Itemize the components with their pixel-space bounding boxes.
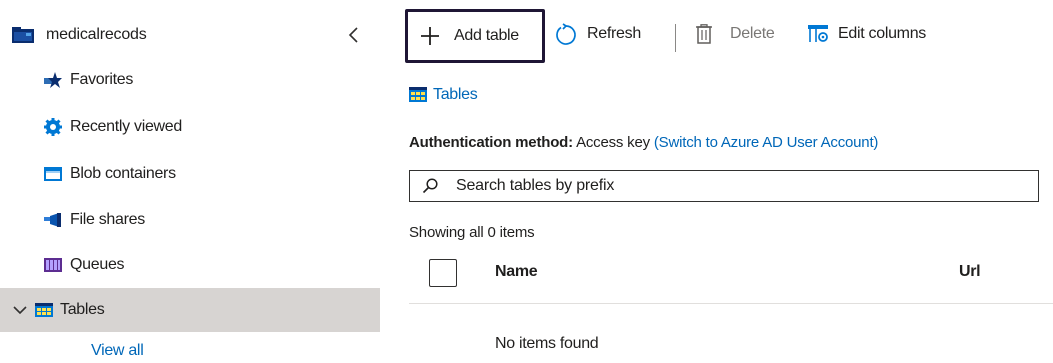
storage-account-icon [12,27,34,43]
delete-label: Delete [730,25,775,42]
delete-button[interactable]: Delete [695,14,787,56]
sidebar-item-label: Blob containers [70,165,176,182]
auth-method-value: Access key [576,134,650,151]
sidebar-header: medicalrecods [0,18,380,54]
sidebar-item-label: Queues [70,256,125,273]
sidebar-item-label: Favorites [70,71,134,88]
search-icon [422,178,438,194]
recently-viewed-gear-icon [44,118,62,136]
trash-icon [696,24,712,44]
sidebar-item-label: File shares [70,211,145,228]
empty-state-message: No items found [495,335,599,352]
blob-container-icon [44,167,62,181]
auth-method-label: Authentication method: [409,134,573,151]
edit-columns-label: Edit columns [838,25,926,42]
column-header-url[interactable]: Url [959,263,981,281]
storage-account-name: medicalrecods [46,26,147,43]
table-icon [409,87,427,102]
add-table-button[interactable]: Add table [405,9,545,63]
sidebar-item-file-shares[interactable]: File shares [0,198,380,242]
sidebar: medicalrecods Favorites Recently viewed [0,0,380,363]
refresh-button[interactable]: Refresh [554,14,664,56]
plus-icon [421,27,439,45]
file-share-icon [44,213,61,227]
search-input[interactable] [456,175,1026,197]
refresh-icon [556,23,576,45]
authentication-method: Authentication method: Access key (Switc… [409,134,878,151]
view-all-link[interactable]: View all [91,342,144,360]
chevron-down-icon[interactable] [12,303,28,317]
edit-columns-icon [808,25,828,42]
sidebar-item-tables[interactable]: Tables [0,288,380,332]
command-toolbar: Add table Refresh Delete Edit columns [400,6,1053,63]
toolbar-divider [675,24,676,52]
queue-icon [44,258,62,272]
breadcrumb-label: Tables [433,86,478,103]
sidebar-item-blob-containers[interactable]: Blob containers [0,152,380,196]
table-icon [35,303,53,317]
sidebar-item-label: Recently viewed [70,118,183,135]
refresh-label: Refresh [587,25,641,42]
collapse-sidebar-chevron-left-icon[interactable] [343,22,365,48]
sidebar-item-queues[interactable]: Queues [0,243,380,287]
switch-auth-link[interactable]: (Switch to Azure AD User Account) [654,134,879,151]
storage-tables-page: medicalrecods Favorites Recently viewed [0,0,1053,363]
sidebar-item-label: Tables [60,301,105,318]
search-box [409,170,1039,202]
sidebar-item-favorites[interactable]: Favorites [0,58,380,102]
item-count: Showing all 0 items [409,224,535,241]
column-header-name[interactable]: Name [495,263,538,281]
edit-columns-button[interactable]: Edit columns [807,14,967,56]
favorites-star-icon [44,72,62,88]
sidebar-item-recently-viewed[interactable]: Recently viewed [0,105,380,149]
add-table-label: Add table [454,27,519,44]
select-all-checkbox[interactable] [429,259,457,287]
table-header-row: Name Url [409,250,1053,304]
